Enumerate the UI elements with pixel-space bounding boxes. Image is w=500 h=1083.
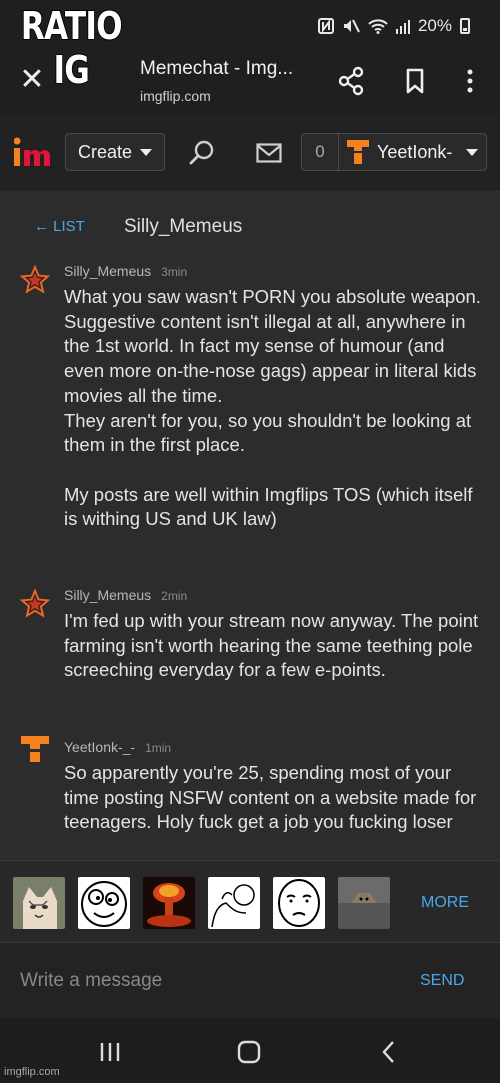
- star-icon[interactable]: [20, 265, 50, 295]
- chevron-down-icon: [466, 148, 478, 156]
- message-time: 3min: [161, 265, 188, 279]
- bookmark-icon[interactable]: [400, 66, 430, 96]
- username-label: YeetIonk-: [377, 141, 453, 162]
- home-icon[interactable]: [236, 1040, 262, 1064]
- chevron-down-icon: [140, 148, 153, 156]
- more-stickers-link[interactable]: MORE: [421, 894, 469, 912]
- status-icons: 20%: [317, 16, 470, 36]
- meme-caption-text: RATIO IG: [18, 3, 125, 93]
- message-author[interactable]: Silly_Memeus 2min: [64, 587, 187, 603]
- create-button-label: Create: [78, 141, 133, 162]
- system-nav-bar: [0, 1018, 500, 1083]
- author-name[interactable]: Silly_Memeus: [64, 263, 151, 279]
- imgflip-logo-icon[interactable]: [14, 136, 54, 170]
- message-input[interactable]: [6, 951, 400, 1011]
- chat-header: ← LIST Silly_Memeus: [0, 190, 500, 260]
- author-name[interactable]: YeetIonk-_-: [64, 739, 135, 755]
- t-logo-icon[interactable]: [20, 734, 50, 764]
- message-author[interactable]: Silly_Memeus 3min: [64, 263, 187, 279]
- chat-partner-name[interactable]: Silly_Memeus: [124, 216, 242, 238]
- ceiling-cat-sticker[interactable]: [338, 877, 390, 929]
- author-name[interactable]: Silly_Memeus: [64, 587, 151, 603]
- user-avatar-icon: [347, 140, 369, 164]
- okay-face-sticker[interactable]: [273, 877, 325, 929]
- star-icon[interactable]: [20, 589, 50, 619]
- recent-apps-icon[interactable]: [97, 1040, 123, 1064]
- mail-icon[interactable]: [256, 143, 282, 163]
- message-composer: SEND: [0, 942, 500, 1018]
- back-icon[interactable]: [376, 1040, 402, 1064]
- explosion-sticker[interactable]: [143, 877, 195, 929]
- imgflip-watermark: imgflip.com: [4, 1066, 60, 1078]
- signal-icon: [395, 20, 410, 34]
- sticker-bar: MORE: [0, 860, 500, 942]
- message-text: What you saw wasn't PORN you absolute we…: [64, 286, 481, 530]
- send-button[interactable]: SEND: [420, 972, 464, 990]
- page-title: Memechat - Img...: [140, 58, 294, 79]
- message-text: I'm fed up with your stream now anyway. …: [64, 610, 484, 681]
- cat-sticker[interactable]: [13, 877, 65, 929]
- message-author[interactable]: YeetIonk-_- 1min: [64, 739, 171, 755]
- meme-caption-line-2: IG: [53, 47, 91, 93]
- back-to-list-link[interactable]: ← LIST: [34, 218, 85, 235]
- create-button[interactable]: Create: [65, 133, 166, 171]
- message-time: 2min: [161, 589, 188, 603]
- nfc-icon: [317, 18, 334, 34]
- comic-sticker[interactable]: [208, 877, 260, 929]
- battery-level: 20%: [417, 16, 452, 35]
- page-url: imgflip.com: [140, 88, 211, 104]
- mute-icon: [343, 19, 360, 33]
- derp-face-sticker[interactable]: [78, 877, 130, 929]
- user-menu-button[interactable]: YeetIonk-: [338, 133, 487, 171]
- more-options-icon[interactable]: [458, 66, 488, 96]
- message-text: So apparently you're 25, spending most o…: [64, 762, 482, 833]
- battery-icon: [460, 18, 470, 34]
- wifi-icon: [368, 19, 388, 34]
- meme-caption-line-1: RATIO: [20, 3, 123, 49]
- share-icon[interactable]: [336, 66, 366, 96]
- notification-count[interactable]: 0: [301, 133, 339, 171]
- message-time: 1min: [145, 741, 172, 755]
- search-icon[interactable]: [188, 139, 216, 167]
